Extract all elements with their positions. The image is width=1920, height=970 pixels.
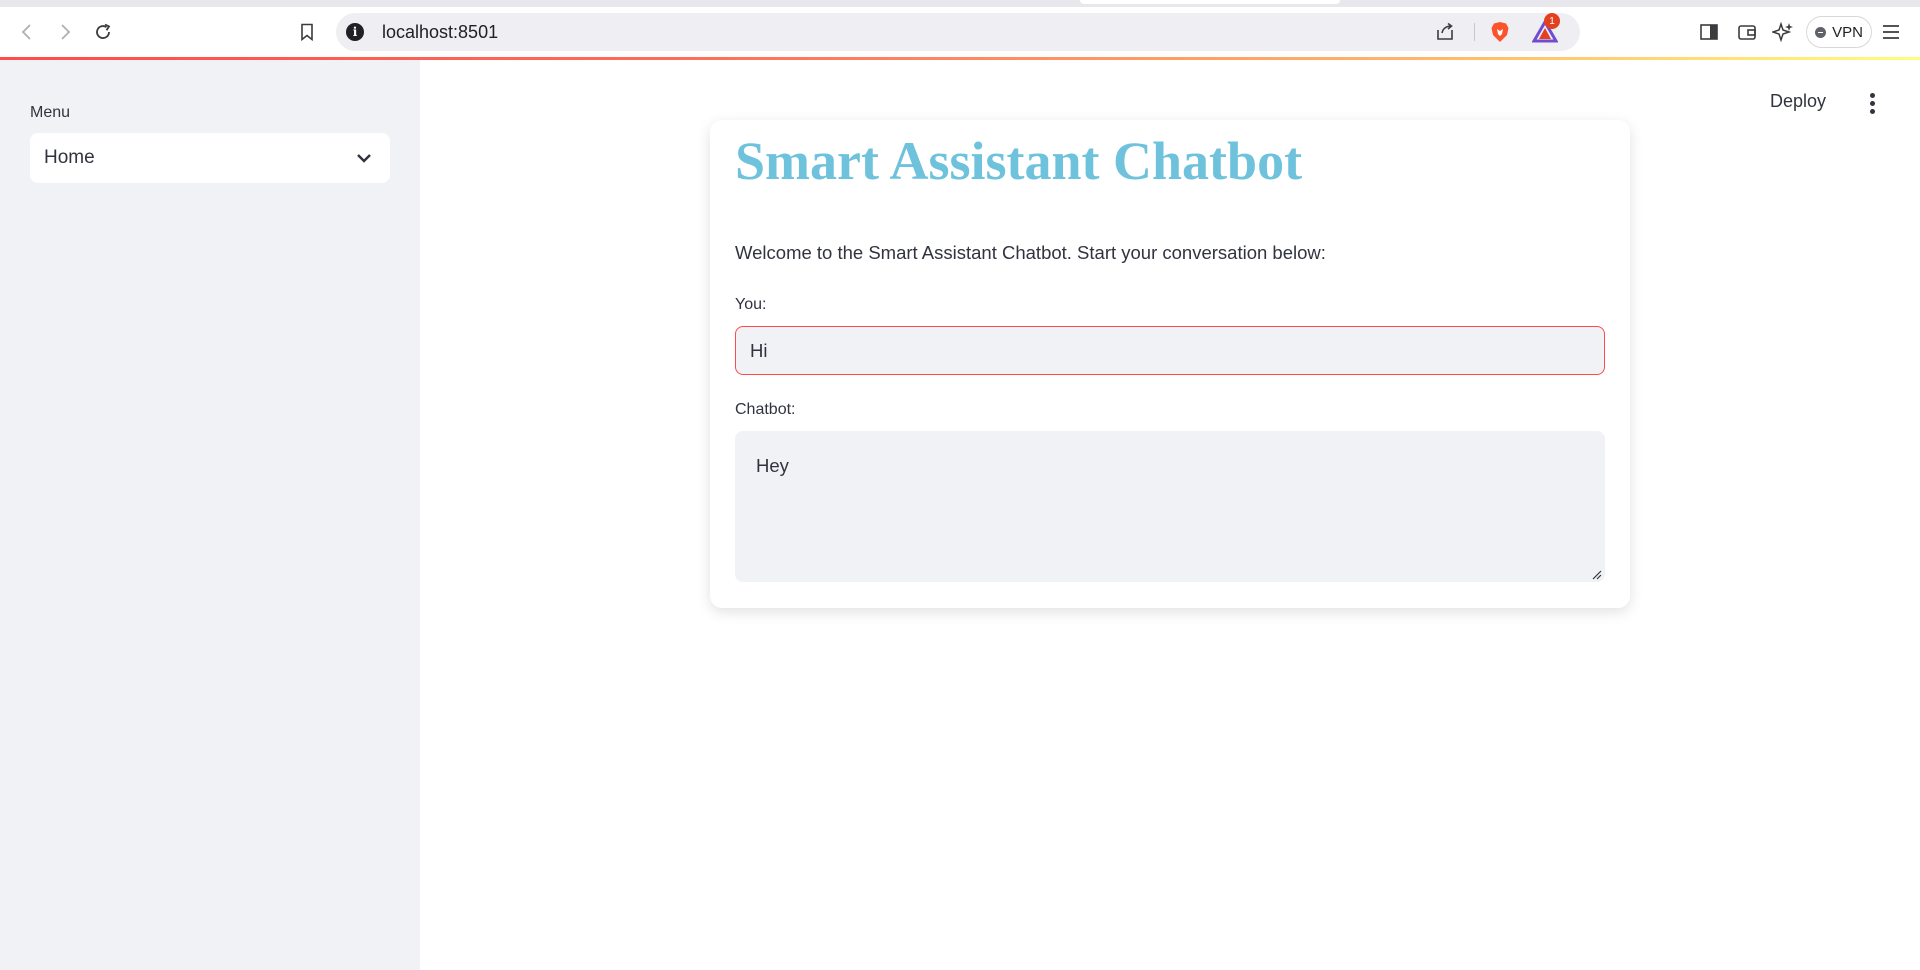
wallet-icon [1738, 25, 1756, 40]
brave-shields-icon[interactable] [1488, 20, 1512, 44]
kebab-dot [1869, 108, 1875, 114]
site-info-icon[interactable]: i [346, 23, 364, 41]
sidebar [0, 60, 420, 970]
forward-arrow-icon [61, 24, 71, 40]
user-message-input[interactable] [735, 326, 1605, 375]
main-menu-button[interactable] [1860, 90, 1884, 116]
back-arrow-icon [21, 24, 31, 40]
wallet-button[interactable] [1734, 19, 1760, 45]
bookmark-icon [301, 23, 313, 42]
you-label: You: [735, 296, 767, 313]
sparkle-icon [1772, 21, 1793, 43]
vpn-status-icon [1815, 26, 1827, 38]
forward-button[interactable] [50, 17, 80, 47]
page-title: Smart Assistant Chatbot [735, 131, 1303, 191]
leo-ai-button[interactable] [1770, 19, 1796, 45]
resize-handle-icon[interactable] [1590, 568, 1602, 580]
chevron-down-icon [357, 154, 371, 163]
reload-button[interactable] [88, 17, 118, 47]
tab-strip [0, 0, 1920, 7]
vpn-label: VPN [1832, 23, 1863, 41]
intro-text: Welcome to the Smart Assistant Chatbot. … [735, 242, 1326, 263]
sidebar-toggle-button[interactable] [1696, 19, 1722, 45]
kebab-dot [1869, 92, 1875, 98]
chatbot-response-textarea[interactable]: Hey [735, 431, 1605, 582]
omnibox-divider [1474, 23, 1475, 41]
sidebar-panel-icon [1700, 24, 1718, 40]
back-button[interactable] [12, 17, 42, 47]
hamburger-menu-icon [1883, 25, 1899, 39]
address-url[interactable]: localhost:8501 [382, 22, 498, 43]
active-tab[interactable] [1080, 0, 1340, 4]
chatbot-label: Chatbot: [735, 401, 796, 418]
browser-toolbar: i localhost:8501 1 VPN [0, 7, 1920, 57]
address-bar[interactable]: i localhost:8501 1 [336, 13, 1580, 51]
bookmark-button[interactable] [292, 17, 322, 47]
menu-label: Menu [30, 104, 71, 121]
rewards-badge: 1 [1544, 13, 1560, 29]
browser-menu-button[interactable] [1878, 19, 1904, 45]
deploy-button[interactable]: Deploy [1770, 91, 1826, 112]
vpn-button[interactable]: VPN [1806, 16, 1872, 48]
menu-select-value: Home [44, 147, 95, 168]
kebab-dot [1869, 100, 1875, 106]
reload-icon [96, 23, 111, 39]
share-icon[interactable] [1434, 21, 1456, 43]
menu-select[interactable]: Home [30, 133, 390, 183]
